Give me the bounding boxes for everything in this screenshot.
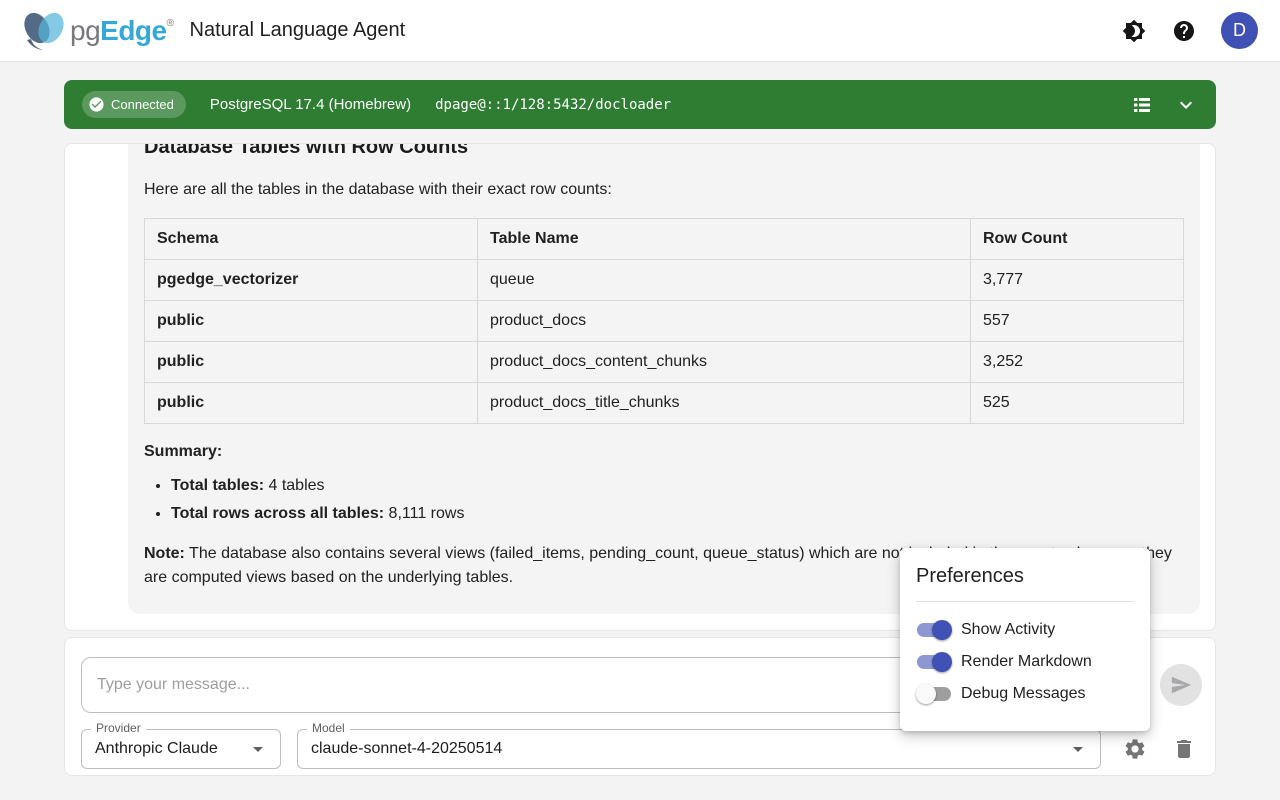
col-header-row-count: Row Count	[971, 219, 1184, 260]
connection-bar: Connected PostgreSQL 17.4 (Homebrew) dpa…	[64, 80, 1216, 129]
col-header-schema: Schema	[145, 219, 478, 260]
send-button[interactable]	[1160, 664, 1202, 706]
dark-mode-toggle-button[interactable]	[1121, 18, 1147, 44]
dropdown-arrow-icon	[1066, 737, 1090, 761]
message-intro: Here are all the tables in the database …	[144, 178, 1184, 202]
table-row: pgedge_vectorizer queue 3,777	[145, 260, 1184, 301]
cell-row-count: 557	[971, 301, 1184, 342]
preferences-title: Preferences	[916, 565, 1134, 588]
cell-table-name: queue	[478, 260, 971, 301]
list-item: Total rows across all tables: 8,111 rows	[171, 502, 1184, 526]
render-markdown-toggle[interactable]	[916, 652, 952, 672]
message-heading: Database Tables with Row Counts	[144, 143, 1184, 160]
chevron-down-icon[interactable]	[1174, 93, 1198, 117]
table-header-row: Schema Table Name Row Count	[145, 219, 1184, 260]
col-header-table-name: Table Name	[478, 219, 971, 260]
model-select[interactable]: Model claude-sonnet-4-20250514	[297, 729, 1101, 769]
cell-table-name: product_docs_title_chunks	[478, 383, 971, 424]
table-row: public product_docs 557	[145, 301, 1184, 342]
connection-string: dpage@::1/128:5432/docloader	[435, 97, 671, 113]
pgedge-logo-icon	[22, 10, 66, 52]
clear-chat-button[interactable]	[1172, 737, 1196, 761]
settings-button[interactable]	[1123, 737, 1147, 761]
trash-icon	[1172, 737, 1196, 761]
table-row: public product_docs_content_chunks 3,252	[145, 342, 1184, 383]
provider-select-label: Provider	[91, 721, 146, 735]
cell-row-count: 525	[971, 383, 1184, 424]
cell-schema: public	[145, 301, 478, 342]
cell-row-count: 3,777	[971, 260, 1184, 301]
user-avatar[interactable]: D	[1221, 12, 1258, 49]
summary-label: Summary:	[144, 440, 1184, 464]
debug-messages-toggle[interactable]	[916, 684, 952, 704]
db-tables-table: Schema Table Name Row Count pgedge_vecto…	[144, 218, 1184, 424]
pgedge-logo-text: pgEdge®	[70, 15, 174, 47]
toggle-label: Debug Messages	[961, 685, 1086, 703]
help-icon	[1172, 19, 1196, 43]
server-version-label: PostgreSQL 17.4 (Homebrew)	[210, 96, 411, 113]
cell-schema: public	[145, 342, 478, 383]
pgedge-logo: pgEdge®	[22, 10, 174, 52]
toggle-label: Show Activity	[961, 621, 1055, 639]
send-icon	[1170, 674, 1192, 696]
cell-table-name: product_docs_content_chunks	[478, 342, 971, 383]
toggle-label: Render Markdown	[961, 653, 1092, 671]
model-select-value: claude-sonnet-4-20250514	[311, 740, 502, 758]
provider-select[interactable]: Provider Anthropic Claude	[81, 729, 281, 769]
toggle-row-render-markdown: Render Markdown	[916, 646, 1134, 678]
dropdown-arrow-icon	[246, 737, 270, 761]
assistant-message: Database Tables with Row Counts Here are…	[128, 143, 1200, 614]
cell-schema: pgedge_vectorizer	[145, 260, 478, 301]
connection-status-label: Connected	[111, 97, 174, 112]
divider	[916, 601, 1134, 602]
toggle-row-debug-messages: Debug Messages	[916, 678, 1134, 710]
list-item: Total tables: 4 tables	[171, 474, 1184, 498]
brightness-icon	[1122, 19, 1146, 43]
help-button[interactable]	[1171, 18, 1197, 44]
provider-select-value: Anthropic Claude	[95, 740, 218, 758]
toggle-row-show-activity: Show Activity	[916, 614, 1134, 646]
preferences-popup: Preferences Show Activity Render Markdow…	[900, 548, 1150, 731]
cell-schema: public	[145, 383, 478, 424]
page-title: Natural Language Agent	[190, 19, 406, 42]
cell-table-name: product_docs	[478, 301, 971, 342]
cell-row-count: 3,252	[971, 342, 1184, 383]
summary-list: Total tables: 4 tables Total rows across…	[144, 474, 1184, 526]
check-circle-icon	[88, 96, 105, 113]
model-select-label: Model	[307, 721, 350, 735]
connection-status-badge: Connected	[82, 91, 186, 118]
gear-icon	[1123, 737, 1147, 761]
server-list-icon[interactable]	[1130, 93, 1154, 117]
app-bar: pgEdge® Natural Language Agent D	[0, 0, 1280, 62]
table-row: public product_docs_title_chunks 525	[145, 383, 1184, 424]
show-activity-toggle[interactable]	[916, 620, 952, 640]
